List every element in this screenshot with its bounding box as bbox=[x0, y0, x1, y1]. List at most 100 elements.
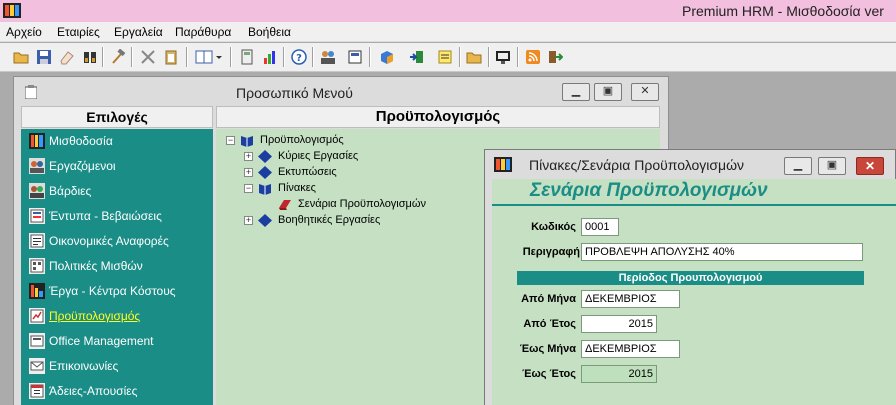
sidebar-item-budget[interactable]: Προϋπολογισμός bbox=[21, 304, 213, 329]
toolbar-separator bbox=[517, 47, 519, 67]
document-icon[interactable] bbox=[347, 49, 363, 65]
budget-icon bbox=[29, 308, 45, 324]
book-open-icon bbox=[259, 184, 271, 195]
sidebar-item-payroll[interactable]: Μισθοδοσία bbox=[21, 129, 213, 154]
scenarios-window-title: Πίνακες/Σενάρια Προϋπολογισμών bbox=[529, 157, 745, 173]
sidebar-item-office-management[interactable]: Office Management bbox=[21, 329, 213, 354]
personnel-menu-title: Προσωπικό Μενού bbox=[236, 85, 353, 101]
layout-icon[interactable] bbox=[195, 49, 225, 65]
sidebar-item-communications[interactable]: Επικοινωνίες bbox=[21, 354, 213, 379]
toolbar-separator bbox=[102, 47, 104, 67]
svg-text:?: ? bbox=[296, 53, 302, 64]
financial-reports-icon bbox=[29, 233, 45, 249]
diamond-icon bbox=[258, 150, 272, 163]
toolbar-separator bbox=[369, 47, 371, 67]
menu-file[interactable]: Αρχείο bbox=[6, 25, 42, 39]
wage-policies-icon bbox=[29, 258, 45, 274]
collapse-icon[interactable]: − bbox=[244, 184, 253, 193]
payroll-icon bbox=[29, 133, 45, 149]
tools-icon[interactable] bbox=[140, 49, 156, 65]
from-year-field[interactable]: 2015 bbox=[581, 315, 657, 333]
employees-icon bbox=[29, 158, 45, 174]
to-year-field[interactable]: 2015 bbox=[581, 365, 657, 383]
scenarios-form: Σενάρια Προϋπολογισμών Κωδικός 0001 Περι… bbox=[492, 179, 896, 405]
toolbar-separator bbox=[230, 47, 232, 67]
rss-icon[interactable] bbox=[525, 49, 541, 65]
book-open-icon bbox=[241, 136, 253, 147]
clipboard-icon[interactable] bbox=[163, 49, 179, 65]
to-month-field[interactable]: ΔΕΚΕΜΒΡΙΟΣ bbox=[581, 340, 680, 358]
restore-button[interactable]: ▣ bbox=[594, 83, 622, 101]
menu-companies[interactable]: Εταιρίες bbox=[57, 25, 100, 39]
help-icon[interactable]: ? bbox=[291, 49, 307, 65]
description-field[interactable]: ΠΡΟΒΛΕΨΗ ΑΠΟΛΥΣΗΣ 40% bbox=[581, 243, 863, 261]
shifts-icon bbox=[29, 183, 45, 199]
sidebar-item-employees[interactable]: Εργαζόμενοι bbox=[21, 154, 213, 179]
window-menu-icon[interactable] bbox=[25, 85, 37, 99]
expand-icon[interactable]: + bbox=[244, 152, 253, 161]
folder-icon[interactable] bbox=[466, 49, 482, 65]
exit-door-icon[interactable] bbox=[409, 49, 425, 65]
scenarios-window: Πίνακες/Σενάρια Προϋπολογισμών ▁ ▣ ✕ Σεν… bbox=[484, 149, 896, 405]
description-label: Περιγραφή bbox=[522, 246, 580, 258]
office-icon bbox=[29, 333, 45, 349]
scenarios-heading: Σενάρια Προϋπολογισμών bbox=[530, 180, 768, 201]
chart-icon[interactable] bbox=[262, 49, 278, 65]
eraser-icon[interactable] bbox=[59, 49, 75, 65]
menu-tools[interactable]: Εργαλεία bbox=[114, 25, 163, 39]
sidebar-item-shifts[interactable]: Βάρδιες bbox=[21, 179, 213, 204]
expand-icon[interactable]: + bbox=[244, 168, 253, 177]
app-icon[interactable] bbox=[494, 157, 512, 172]
open-folder-icon[interactable] bbox=[13, 49, 29, 65]
collapse-icon[interactable]: − bbox=[226, 136, 235, 145]
toolbar-separator bbox=[283, 47, 285, 67]
app-title: Premium HRM - Μισθοδοσία ver bbox=[682, 3, 884, 19]
to-month-label: Έως Μήνα bbox=[519, 343, 576, 355]
diamond-icon bbox=[258, 214, 272, 227]
notes-icon[interactable] bbox=[437, 49, 453, 65]
sidebar-item-financial-reports[interactable]: Οικονομικές Αναφορές bbox=[21, 229, 213, 254]
code-label: Κωδικός bbox=[531, 221, 576, 233]
content-header: Προϋπολογισμός bbox=[216, 106, 660, 128]
package-icon[interactable] bbox=[379, 49, 395, 65]
sidebar-item-leaves[interactable]: Άδειες-Απουσίες bbox=[21, 379, 213, 404]
restore-button[interactable]: ▣ bbox=[818, 157, 846, 175]
sidebar-item-cost-centers[interactable]: Έργα - Κέντρα Κόστους bbox=[21, 279, 213, 304]
sidebar: Μισθοδοσία Εργαζόμενοι Βάρδιες Έντυπα - … bbox=[21, 129, 213, 405]
from-month-field[interactable]: ΔΕΚΕΜΒΡΙΟΣ bbox=[581, 290, 680, 308]
period-header: Περίοδος Προυπολογισμού bbox=[517, 271, 864, 285]
cost-centers-icon bbox=[29, 283, 45, 299]
from-month-label: Από Μήνα bbox=[521, 293, 576, 305]
minimize-button[interactable]: ▁ bbox=[562, 83, 590, 101]
expand-icon[interactable]: + bbox=[244, 216, 253, 225]
save-icon[interactable] bbox=[36, 49, 52, 65]
sidebar-item-wage-policies[interactable]: Πολιτικές Μισθών bbox=[21, 254, 213, 279]
toolbar-separator bbox=[459, 47, 461, 67]
menu-help[interactable]: Βοήθεια bbox=[248, 25, 291, 39]
communications-icon bbox=[29, 358, 45, 374]
menubar: Αρχείο Εταιρίες Εργαλεία Παράθυρα Βοήθει… bbox=[0, 22, 896, 42]
diamond-icon bbox=[258, 166, 272, 179]
code-field[interactable]: 0001 bbox=[581, 218, 619, 236]
logout-icon[interactable] bbox=[547, 49, 563, 65]
leaves-icon bbox=[29, 383, 45, 399]
calculator-icon[interactable] bbox=[239, 49, 255, 65]
minimize-button[interactable]: ▁ bbox=[784, 157, 812, 175]
sidebar-item-forms[interactable]: Έντυπα - Βεβαιώσεις bbox=[21, 204, 213, 229]
close-button[interactable]: ✕ bbox=[631, 83, 659, 101]
book-red-icon bbox=[279, 200, 291, 210]
toolbar-separator bbox=[488, 47, 490, 67]
toolbar-separator bbox=[312, 47, 314, 67]
toolbar-separator bbox=[131, 47, 133, 67]
close-button[interactable]: ✕ bbox=[856, 157, 884, 175]
toolbar-separator bbox=[186, 47, 188, 67]
heading-underline bbox=[492, 204, 896, 206]
users-icon[interactable] bbox=[320, 49, 336, 65]
menu-windows[interactable]: Παράθυρα bbox=[175, 25, 231, 39]
binoculars-icon[interactable] bbox=[82, 49, 98, 65]
monitor-icon[interactable] bbox=[495, 49, 511, 65]
from-year-label: Από Έτος bbox=[523, 318, 576, 330]
toolbar: ? bbox=[0, 43, 896, 72]
app-icon bbox=[3, 3, 21, 18]
hammer-icon[interactable] bbox=[110, 49, 126, 65]
